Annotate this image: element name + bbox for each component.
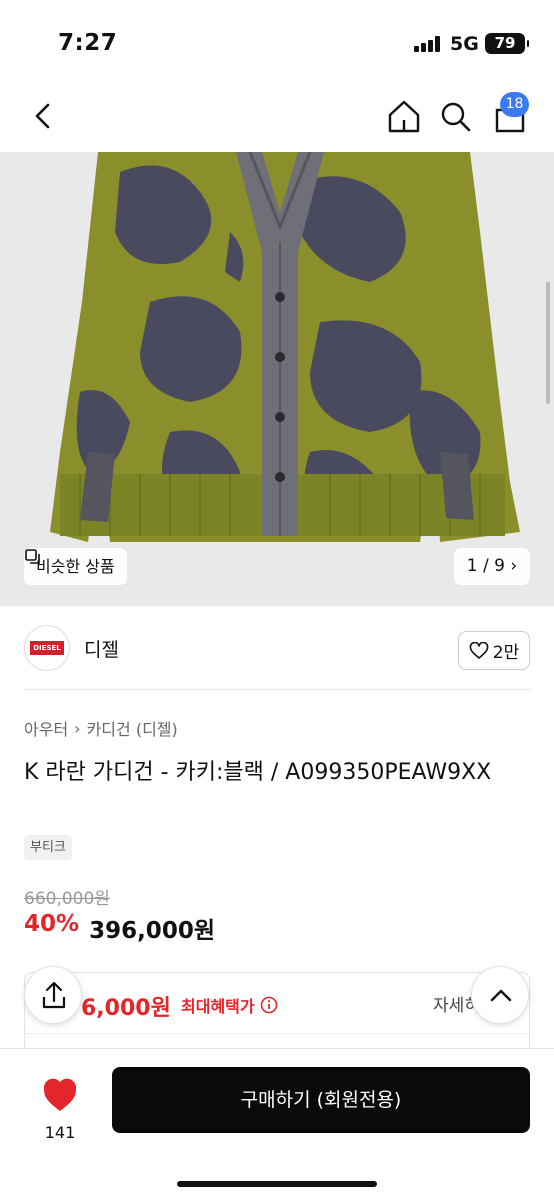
brand-name[interactable]: 디젤 — [84, 635, 119, 662]
scroll-top-button[interactable] — [471, 966, 529, 1024]
chevron-up-icon — [490, 989, 512, 1002]
image-counter-label: 1 / 9 — [466, 556, 505, 576]
home-button[interactable] — [384, 94, 424, 138]
product-tag: 부티크 — [24, 835, 72, 860]
brand-row[interactable]: DIESEL 디젤 2만 — [0, 606, 554, 690]
search-button[interactable] — [436, 94, 476, 138]
status-time: 7:27 — [58, 30, 118, 56]
product-like-count: 141 — [44, 1123, 76, 1142]
brand-like-button[interactable]: 2만 — [458, 631, 530, 670]
home-indicator — [177, 1181, 377, 1187]
similar-products-label: 비슷한 상품 — [36, 557, 115, 576]
discount-rate: 40% — [24, 911, 80, 937]
breadcrumb: 아우터 › 카디건 (디젤) — [24, 716, 178, 740]
chevron-right-icon: › — [74, 718, 81, 738]
copy-icon — [25, 549, 40, 564]
divider — [25, 1033, 529, 1034]
benefit-label-text: 최대혜택가 — [181, 997, 255, 1016]
share-button[interactable] — [24, 966, 82, 1024]
brand-logo-text: DIESEL — [30, 641, 64, 655]
network-label: 5G — [450, 33, 479, 55]
top-nav — [0, 88, 554, 152]
breadcrumb-item[interactable]: 카디건 (디젤) — [87, 716, 178, 740]
buy-button[interactable]: 구매하기 (회원전용) — [112, 1067, 530, 1133]
benefit-price: 6,000원 — [81, 996, 171, 1021]
product-title: K 라란 가디건 - 카키:블랙 / A099350PEAW9XX — [24, 760, 492, 785]
benefit-label: 최대혜택가 — [181, 993, 278, 1017]
signal-icon — [414, 36, 442, 52]
home-icon — [388, 100, 420, 133]
share-icon — [42, 981, 66, 1009]
brand-logo[interactable]: DIESEL — [24, 625, 70, 671]
back-button[interactable] — [22, 94, 62, 138]
scroll-indicator — [546, 282, 550, 404]
product-image — [0, 152, 554, 606]
search-icon — [441, 102, 471, 132]
breadcrumb-item[interactable]: 아우터 — [24, 716, 68, 740]
battery-icon: 79 — [485, 33, 529, 54]
chevron-right-icon: › — [510, 556, 518, 576]
product-like-button[interactable]: 141 — [30, 1067, 90, 1147]
info-icon[interactable] — [260, 996, 278, 1014]
price-row: 40% 396,000원 — [24, 911, 215, 945]
product-image-gallery[interactable]: 비슷한 상품 1 / 9 › — [0, 152, 554, 606]
chevron-left-icon — [35, 103, 50, 129]
divider — [24, 689, 530, 690]
image-counter[interactable]: 1 / 9 › — [454, 548, 530, 585]
sale-price: 396,000원 — [89, 918, 215, 944]
original-price: 660,000원 — [24, 889, 110, 909]
brand-like-count: 2만 — [492, 643, 520, 663]
cart-count-badge: 18 — [500, 92, 529, 117]
heart-filled-icon — [44, 1078, 76, 1111]
status-bar: 7:27 5G 79 — [0, 0, 554, 88]
heart-outline-icon — [469, 641, 489, 659]
bottom-action-bar: 141 구매하기 (회원전용) — [0, 1048, 554, 1200]
similar-products-button[interactable]: 비슷한 상품 — [24, 548, 127, 585]
